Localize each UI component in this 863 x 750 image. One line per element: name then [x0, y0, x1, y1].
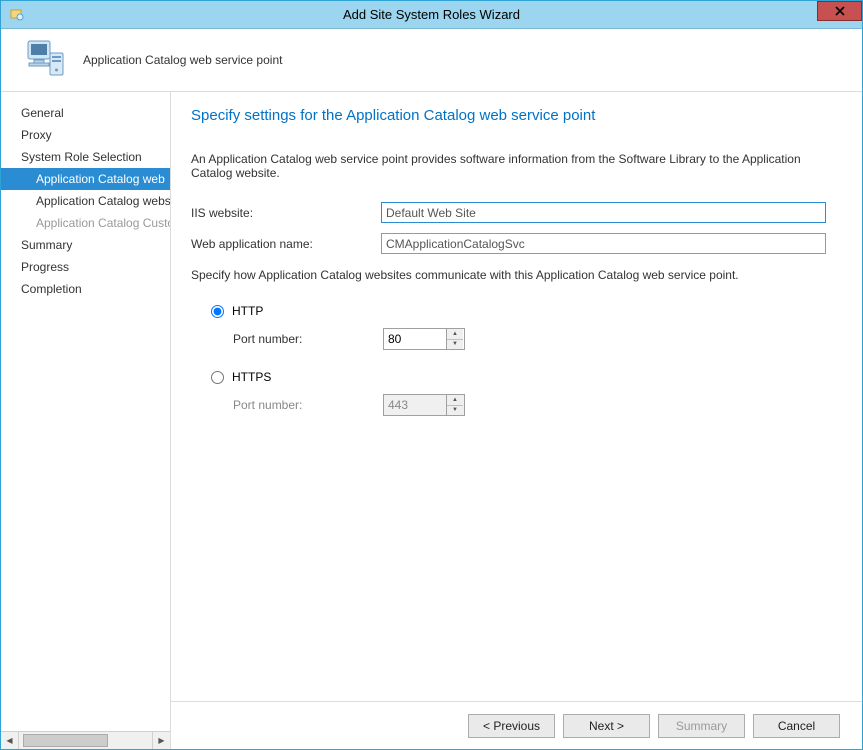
https-radio-row[interactable]: HTTPS	[211, 370, 837, 384]
title-bar: Add Site System Roles Wizard	[1, 1, 862, 29]
nav-proxy[interactable]: Proxy	[1, 124, 170, 146]
page-title: Specify settings for the Application Cat…	[191, 107, 837, 124]
window-title: Add Site System Roles Wizard	[1, 7, 862, 22]
next-button[interactable]: Next >	[563, 714, 650, 738]
nav-general[interactable]: General	[1, 102, 170, 124]
https-port-up: ▲	[447, 395, 463, 406]
https-port-input	[384, 395, 446, 415]
iis-website-input[interactable]	[381, 202, 826, 223]
wizard-window: Add Site System Roles Wizard Application…	[0, 0, 863, 750]
iis-website-label: IIS website:	[191, 206, 381, 220]
app-icon	[9, 7, 25, 23]
wizard-body: General Proxy System Role Selection Appl…	[1, 92, 862, 749]
https-radio[interactable]	[211, 371, 224, 384]
web-app-name-row: Web application name:	[191, 233, 837, 254]
communication-description: Specify how Application Catalog websites…	[191, 268, 837, 282]
scroll-left-button[interactable]: ◀	[1, 732, 19, 749]
cancel-button[interactable]: Cancel	[753, 714, 840, 738]
content-area: Specify settings for the Application Cat…	[171, 92, 862, 701]
https-port-spinner-buttons: ▲ ▼	[446, 395, 463, 415]
https-port-spinner: ▲ ▼	[383, 394, 465, 416]
http-port-down[interactable]: ▼	[447, 340, 463, 350]
web-app-name-input[interactable]	[381, 233, 826, 254]
http-port-up[interactable]: ▲	[447, 329, 463, 340]
close-icon	[835, 6, 845, 16]
nav-summary[interactable]: Summary	[1, 234, 170, 256]
nav-app-catalog-website[interactable]: Application Catalog website point	[1, 190, 170, 212]
previous-button[interactable]: < Previous	[468, 714, 555, 738]
http-port-label: Port number:	[233, 332, 383, 346]
https-port-row: Port number: ▲ ▼	[233, 394, 837, 416]
page-description: An Application Catalog web service point…	[191, 152, 837, 180]
web-app-name-label: Web application name:	[191, 237, 381, 251]
http-port-spinner-buttons: ▲ ▼	[446, 329, 463, 349]
nav-completion[interactable]: Completion	[1, 278, 170, 300]
sidebar-horizontal-scrollbar[interactable]: ◀ ▶	[1, 731, 170, 749]
http-radio[interactable]	[211, 305, 224, 318]
scrollbar-thumb[interactable]	[23, 734, 108, 747]
summary-button: Summary	[658, 714, 745, 738]
sidebar: General Proxy System Role Selection Appl…	[1, 92, 171, 749]
http-port-row: Port number: ▲ ▼	[233, 328, 837, 350]
nav-system-role-selection[interactable]: System Role Selection	[1, 146, 170, 168]
http-radio-label: HTTP	[232, 304, 263, 318]
scrollbar-track[interactable]	[19, 732, 152, 749]
main-panel: Specify settings for the Application Cat…	[171, 92, 862, 749]
iis-website-row: IIS website:	[191, 202, 837, 223]
https-port-down: ▼	[447, 406, 463, 416]
http-port-spinner[interactable]: ▲ ▼	[383, 328, 465, 350]
protocol-group: HTTP Port number: ▲ ▼	[191, 304, 837, 416]
wizard-footer: < Previous Next > Summary Cancel	[171, 701, 862, 749]
http-port-input[interactable]	[384, 329, 446, 349]
header-subtitle: Application Catalog web service point	[83, 53, 282, 67]
nav-app-catalog-customizations: Application Catalog Customizations	[1, 212, 170, 234]
https-radio-label: HTTPS	[232, 370, 271, 384]
scroll-right-button[interactable]: ▶	[152, 732, 170, 749]
close-button[interactable]	[817, 1, 862, 21]
http-radio-row[interactable]: HTTP	[211, 304, 837, 318]
computer-server-icon	[23, 38, 67, 82]
nav-list: General Proxy System Role Selection Appl…	[1, 92, 170, 731]
https-port-label: Port number:	[233, 398, 383, 412]
nav-progress[interactable]: Progress	[1, 256, 170, 278]
wizard-header: Application Catalog web service point	[1, 29, 862, 92]
nav-app-catalog-web-service[interactable]: Application Catalog web	[1, 168, 170, 190]
